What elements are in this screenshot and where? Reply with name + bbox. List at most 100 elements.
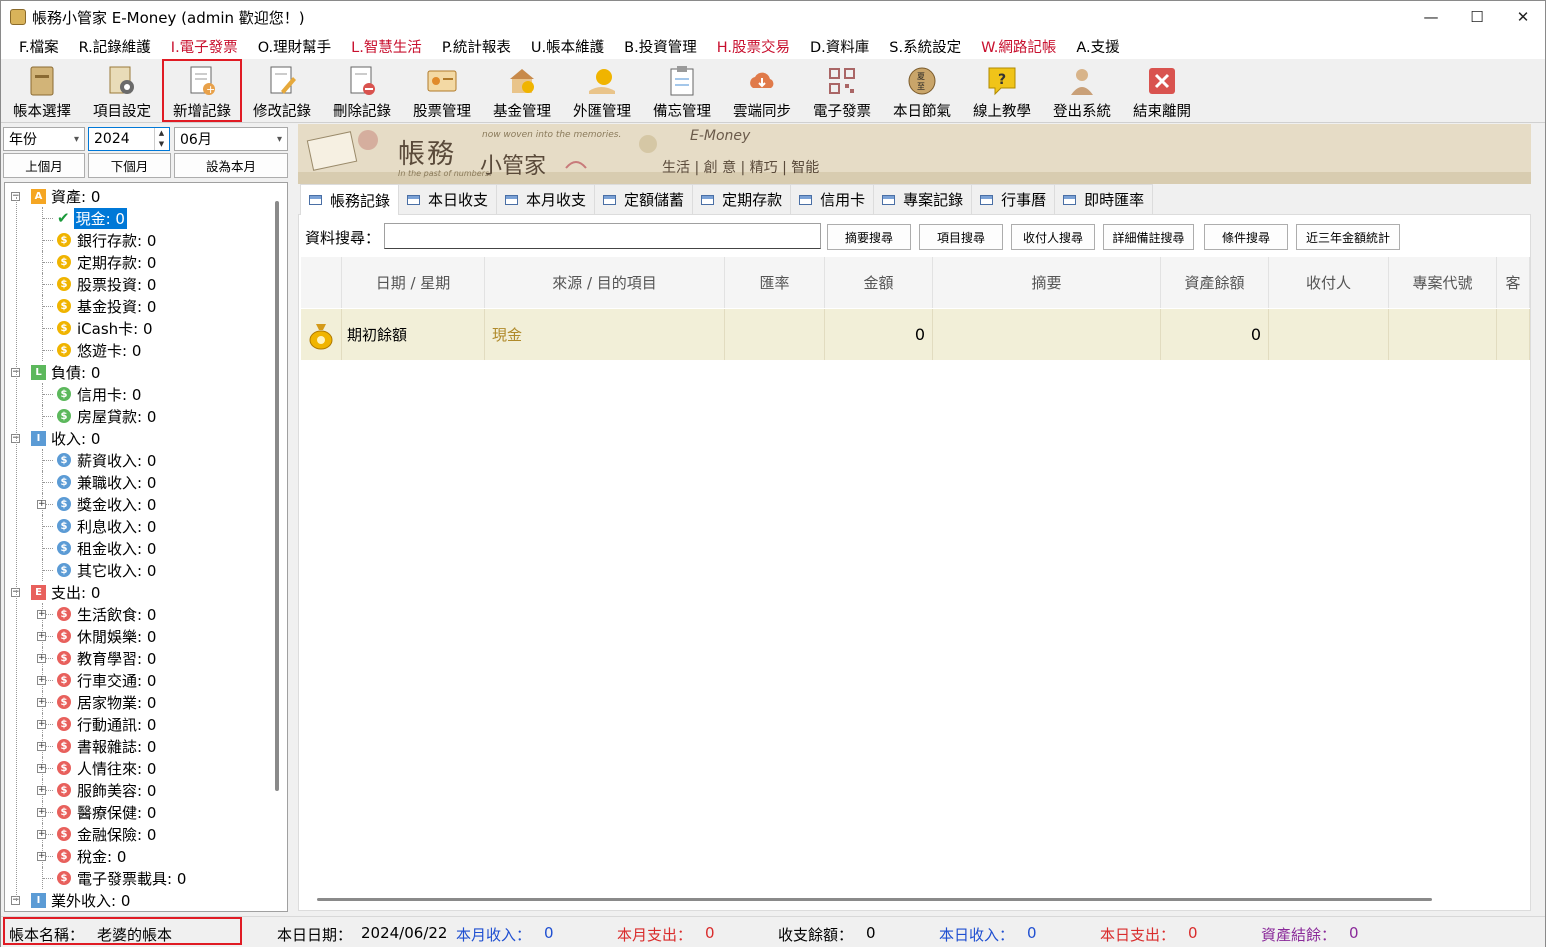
tree-category[interactable]: A 資產: 0 (31, 185, 100, 207)
toolbar-button-fund[interactable]: 基金管理 (482, 61, 562, 121)
column-header[interactable]: 來源 / 目的項目 (485, 257, 725, 308)
tab-8[interactable]: 即時匯率 (1054, 184, 1154, 214)
toolbar-button-memo[interactable]: 備忘管理 (642, 61, 722, 121)
column-header[interactable]: 客 (1497, 257, 1530, 308)
tree-account[interactable]: $ 服飾美容: 0 (57, 779, 156, 801)
menu-item-9[interactable]: D.資料庫 (800, 36, 879, 57)
tree-account[interactable]: $ iCash卡: 0 (57, 317, 153, 339)
tree-scrollbar[interactable] (275, 201, 279, 791)
toolbar-button-gear-doc[interactable]: 項目設定 (82, 61, 162, 121)
tab-5[interactable]: 信用卡 (790, 184, 875, 214)
tree-category[interactable]: L 負債: 0 (31, 361, 100, 383)
tree-account[interactable]: $ 人情往來: 0 (57, 757, 156, 779)
toolbar-button-exit[interactable]: 結束離開 (1122, 61, 1202, 121)
tab-3[interactable]: 定額儲蓄 (594, 184, 694, 214)
column-header[interactable]: 金額 (825, 257, 933, 308)
search-button-2[interactable]: 收付人搜尋 (1011, 224, 1095, 250)
expand-icon[interactable]: + (37, 676, 46, 685)
tree-account[interactable]: $ 醫療保健: 0 (57, 801, 156, 823)
expand-icon[interactable]: + (37, 786, 46, 795)
grid-cell-balance[interactable]: 0 (1161, 309, 1269, 360)
tree-account[interactable]: $ 獎金收入: 0 (57, 493, 156, 515)
toolbar-button-ledger[interactable]: 帳本選擇 (2, 61, 82, 121)
toolbar-button-solar-term[interactable]: 夏至本日節氣 (882, 61, 962, 121)
spin-arrows-icon[interactable]: ▲ ▼ (154, 128, 168, 150)
tree-category[interactable]: E 支出: 0 (31, 581, 100, 603)
column-header[interactable]: 摘要 (933, 257, 1161, 308)
tree-account[interactable]: $ 悠遊卡: 0 (57, 339, 141, 361)
tree-account[interactable]: $ 信用卡: 0 (57, 383, 141, 405)
money-bag-icon[interactable] (301, 309, 342, 360)
tree-account[interactable]: $ 銀行存款: 0 (57, 229, 156, 251)
tab-4[interactable]: 定期存款 (692, 184, 792, 214)
toolbar-button-help[interactable]: ? 線上教學 (962, 61, 1042, 121)
column-header[interactable]: 專案代號 (1389, 257, 1497, 308)
tree-account[interactable]: $ 利息收入: 0 (57, 515, 156, 537)
expand-icon[interactable]: + (37, 654, 46, 663)
tree-account[interactable]: $ 電子發票載具: 0 (57, 867, 186, 889)
menu-item-12[interactable]: A.支援 (1066, 36, 1129, 57)
menu-item-0[interactable]: F.檔案 (9, 36, 69, 57)
grid-cell-memo[interactable] (933, 309, 1161, 360)
column-header[interactable]: 收付人 (1269, 257, 1389, 308)
grid-cell-project[interactable] (1389, 309, 1497, 360)
menu-item-2[interactable]: I.電子發票 (161, 36, 248, 57)
tree-category[interactable]: I 業外收入: 0 (31, 889, 130, 911)
search-button-3[interactable]: 詳細備註搜尋 (1103, 224, 1194, 250)
menu-item-1[interactable]: R.記錄維護 (69, 36, 161, 57)
tab-0[interactable]: 帳務記錄 (300, 184, 400, 215)
prev-month-button[interactable]: 上個月 (3, 153, 85, 178)
tree-account[interactable]: $ 書報雜誌: 0 (57, 735, 156, 757)
year-spinner[interactable]: 2024 ▲ ▼ (88, 127, 170, 151)
grid-cell-rate[interactable] (725, 309, 825, 360)
grid-cell-item[interactable]: 現金 (485, 309, 725, 360)
tree-account[interactable]: $ 房屋貸款: 0 (57, 405, 156, 427)
toolbar-button-logout[interactable]: 登出系統 (1042, 61, 1122, 121)
close-button[interactable]: ✕ (1500, 1, 1546, 33)
expand-icon[interactable]: + (37, 852, 46, 861)
set-current-month-button[interactable]: 設為本月 (174, 153, 288, 178)
expand-icon[interactable]: + (37, 764, 46, 773)
tree-account[interactable]: $ 生活飲食: 0 (57, 603, 156, 625)
tree-account[interactable]: $ 其它收入: 0 (57, 559, 156, 581)
grid-cell-payee[interactable] (1269, 309, 1389, 360)
expand-icon[interactable]: + (37, 500, 46, 509)
tree-account[interactable]: $ 稅金: 0 (57, 845, 126, 867)
menu-item-8[interactable]: H.股票交易 (707, 36, 800, 57)
tree-account[interactable]: $ 行車交通: 0 (57, 669, 156, 691)
tree-account[interactable]: $ 休閒娛樂: 0 (57, 625, 156, 647)
search-input[interactable] (384, 223, 821, 249)
tree-account[interactable]: $ 教育學習: 0 (57, 647, 156, 669)
expand-icon[interactable]: + (37, 610, 46, 619)
account-tree[interactable]: − A 資產: 0 ✔ 現金: 0 $ 銀行存款: 0 $ 定期存款: 0 $ 股票投資: 0 $ 基金… (4, 182, 288, 912)
menu-item-4[interactable]: L.智慧生活 (341, 36, 432, 57)
expand-icon[interactable]: + (37, 742, 46, 751)
menu-item-3[interactable]: O.理財幫手 (248, 36, 341, 57)
toolbar-button-qr[interactable]: 電子發票 (802, 61, 882, 121)
expand-icon[interactable]: + (37, 808, 46, 817)
column-header[interactable]: 資產餘額 (1161, 257, 1269, 308)
tree-account[interactable]: $ 定期存款: 0 (57, 251, 156, 273)
toolbar-button-stock[interactable]: 股票管理 (402, 61, 482, 121)
month-select[interactable]: 06月 ▾ (174, 127, 288, 151)
menu-item-10[interactable]: S.系統設定 (879, 36, 971, 57)
year-mode-select[interactable]: 年份 ▾ (3, 127, 85, 151)
tree-account[interactable]: $ 兼職收入: 0 (57, 471, 156, 493)
search-button-5[interactable]: 近三年金額統計 (1296, 224, 1400, 250)
tab-1[interactable]: 本日收支 (398, 184, 498, 214)
tab-7[interactable]: 行事曆 (971, 184, 1056, 214)
maximize-button[interactable]: ☐ (1454, 1, 1500, 33)
menu-item-6[interactable]: U.帳本維護 (521, 36, 614, 57)
search-button-1[interactable]: 項目搜尋 (919, 224, 1003, 250)
tab-6[interactable]: 專案記錄 (873, 184, 973, 214)
tree-account[interactable]: ✔ 現金: 0 (57, 207, 127, 229)
column-header[interactable]: 匯率 (725, 257, 825, 308)
tab-2[interactable]: 本月收支 (496, 184, 596, 214)
expand-icon[interactable]: + (37, 720, 46, 729)
grid-cell-amount[interactable]: 0 (825, 309, 933, 360)
tree-account[interactable]: $ 居家物業: 0 (57, 691, 156, 713)
next-month-button[interactable]: 下個月 (88, 153, 171, 178)
grid-horizontal-scrollbar[interactable] (317, 898, 1432, 901)
grid-cell-date[interactable]: 期初餘額 (342, 309, 485, 360)
menu-item-11[interactable]: W.網路記帳 (971, 36, 1066, 57)
